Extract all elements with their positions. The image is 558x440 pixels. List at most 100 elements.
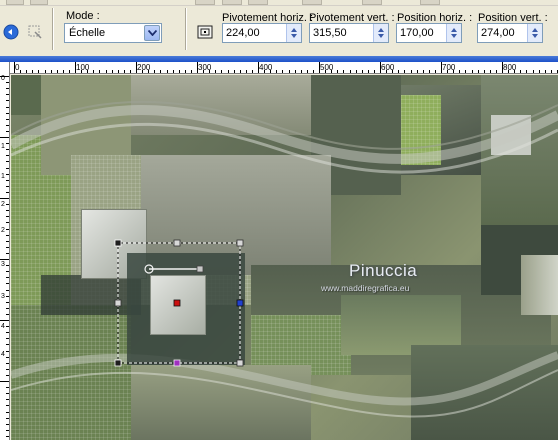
position-vertical-value: 274,00: [481, 27, 515, 39]
mode-value: Échelle: [69, 27, 106, 39]
strip-button[interactable]: [248, 0, 268, 5]
chevron-down-icon[interactable]: [144, 25, 160, 41]
position-horizontal-input[interactable]: 170,00: [396, 23, 462, 43]
ruler-tick: [6, 210, 9, 212]
strip-button[interactable]: [30, 0, 48, 5]
ruler-tick: [105, 70, 107, 73]
ruler-tick: [197, 62, 198, 73]
ruler-tick: [6, 179, 9, 181]
ruler-tick: [6, 411, 9, 413]
ruler-tick: [489, 70, 491, 73]
tool-options-bar: Mode : Échelle Pivotement horiz. : 224,0…: [0, 6, 558, 56]
strip-button[interactable]: [302, 0, 322, 5]
ruler-tick: [361, 70, 363, 73]
ruler-tick: [6, 429, 9, 431]
ruler-tick: [6, 124, 9, 126]
ruler-tick: [477, 70, 479, 73]
ruler-tick: [6, 265, 9, 267]
pivot-vertical-value: 315,50: [313, 27, 347, 39]
ruler-tick: [6, 161, 9, 163]
ruler-tick: [0, 381, 9, 382]
ruler-tick: [428, 70, 430, 73]
ruler-tick: [6, 417, 9, 419]
ruler-tick: [416, 70, 418, 73]
reset-button[interactable]: [24, 22, 46, 44]
ruler-tick: [81, 70, 83, 73]
pivot-vertical-input[interactable]: 315,50: [309, 23, 389, 43]
ruler-tick: [508, 70, 510, 73]
corner-handle-bottom-right: [236, 359, 244, 367]
spin-arrows-icon[interactable]: [286, 24, 301, 42]
ruler-tick: [6, 204, 9, 206]
ruler-tick: [20, 70, 22, 73]
ruler-tick: [538, 70, 540, 73]
ruler-tick: [319, 62, 320, 73]
ruler-tick: [209, 70, 211, 73]
ruler-tick: [6, 350, 9, 352]
ruler-tick: [75, 62, 76, 73]
strip-button[interactable]: [195, 0, 215, 5]
edge-handle-left: [114, 299, 122, 307]
spin-arrows-icon[interactable]: [527, 24, 542, 42]
mode-select[interactable]: Échelle: [64, 23, 162, 43]
reset-icon: [26, 23, 44, 44]
ruler-tick: [0, 76, 9, 77]
pivot-center-icon: [197, 25, 213, 42]
image-canvas[interactable]: Pinuccia www.maddiregrafica.eu: [11, 75, 558, 440]
vertical-ruler[interactable]: 0 1 1 2 2 3 3 4 4: [0, 62, 10, 440]
ruler-tick: [6, 338, 9, 340]
ruler-tick: [6, 191, 9, 193]
pivot-horizontal-input[interactable]: 224,00: [222, 23, 302, 43]
horizontal-ruler[interactable]: 0 100 200 300 400 500 600 700 800: [10, 62, 558, 74]
ruler-tick: [6, 326, 9, 328]
ruler-tick: [471, 70, 473, 73]
spin-arrows-icon[interactable]: [373, 24, 388, 42]
ruler-tick: [6, 356, 9, 358]
corner-handle-top-right: [236, 239, 244, 247]
ruler-tick: [532, 70, 534, 73]
toolbar-separator: [185, 8, 187, 50]
strip-button[interactable]: [420, 0, 440, 5]
spin-arrows-icon[interactable]: [446, 24, 461, 42]
ruler-tick: [111, 70, 113, 73]
ruler-tick: [6, 100, 9, 102]
ruler-tick: [184, 70, 186, 73]
ruler-tick: [6, 155, 9, 157]
ruler-tick: [288, 70, 290, 73]
ruler-tick: [6, 173, 9, 175]
ruler-tick: [6, 277, 9, 279]
ruler-tick: [6, 289, 9, 291]
ruler-tick: [6, 167, 9, 169]
strip-button[interactable]: [6, 0, 24, 5]
ruler-tick: [6, 374, 9, 376]
ruler-tick: [6, 368, 9, 370]
ruler-tick: [367, 70, 369, 73]
ruler-tick: [398, 70, 400, 73]
ruler-tick: [6, 307, 9, 309]
pivot-center-button[interactable]: [194, 22, 216, 44]
ruler-tick: [117, 70, 119, 73]
pivot-point-handle: [173, 299, 181, 307]
ruler-tick: [300, 70, 302, 73]
ruler-tick: [6, 82, 9, 84]
ruler-tick: [239, 70, 241, 73]
ruler-tick: [447, 70, 449, 73]
pick-tool-overlay[interactable]: [11, 75, 558, 440]
ruler-tick: [6, 222, 9, 224]
ruler-tick: [6, 118, 9, 120]
undo-button[interactable]: [0, 22, 22, 44]
ruler-tick: [215, 70, 217, 73]
ruler-tick: [495, 70, 497, 73]
ruler-tick: [459, 70, 461, 73]
ruler-tick: [404, 70, 406, 73]
ruler-tick: [56, 70, 58, 73]
ruler-tick: [6, 246, 9, 248]
ruler-tick: [32, 70, 34, 73]
strip-button[interactable]: [222, 0, 242, 5]
ruler-tick: [6, 130, 9, 132]
strip-button[interactable]: [362, 0, 382, 5]
ruler-tick: [410, 70, 412, 73]
ruler-tick: [99, 70, 101, 73]
position-vertical-input[interactable]: 274,00: [477, 23, 543, 43]
ruler-tick: [380, 62, 381, 73]
